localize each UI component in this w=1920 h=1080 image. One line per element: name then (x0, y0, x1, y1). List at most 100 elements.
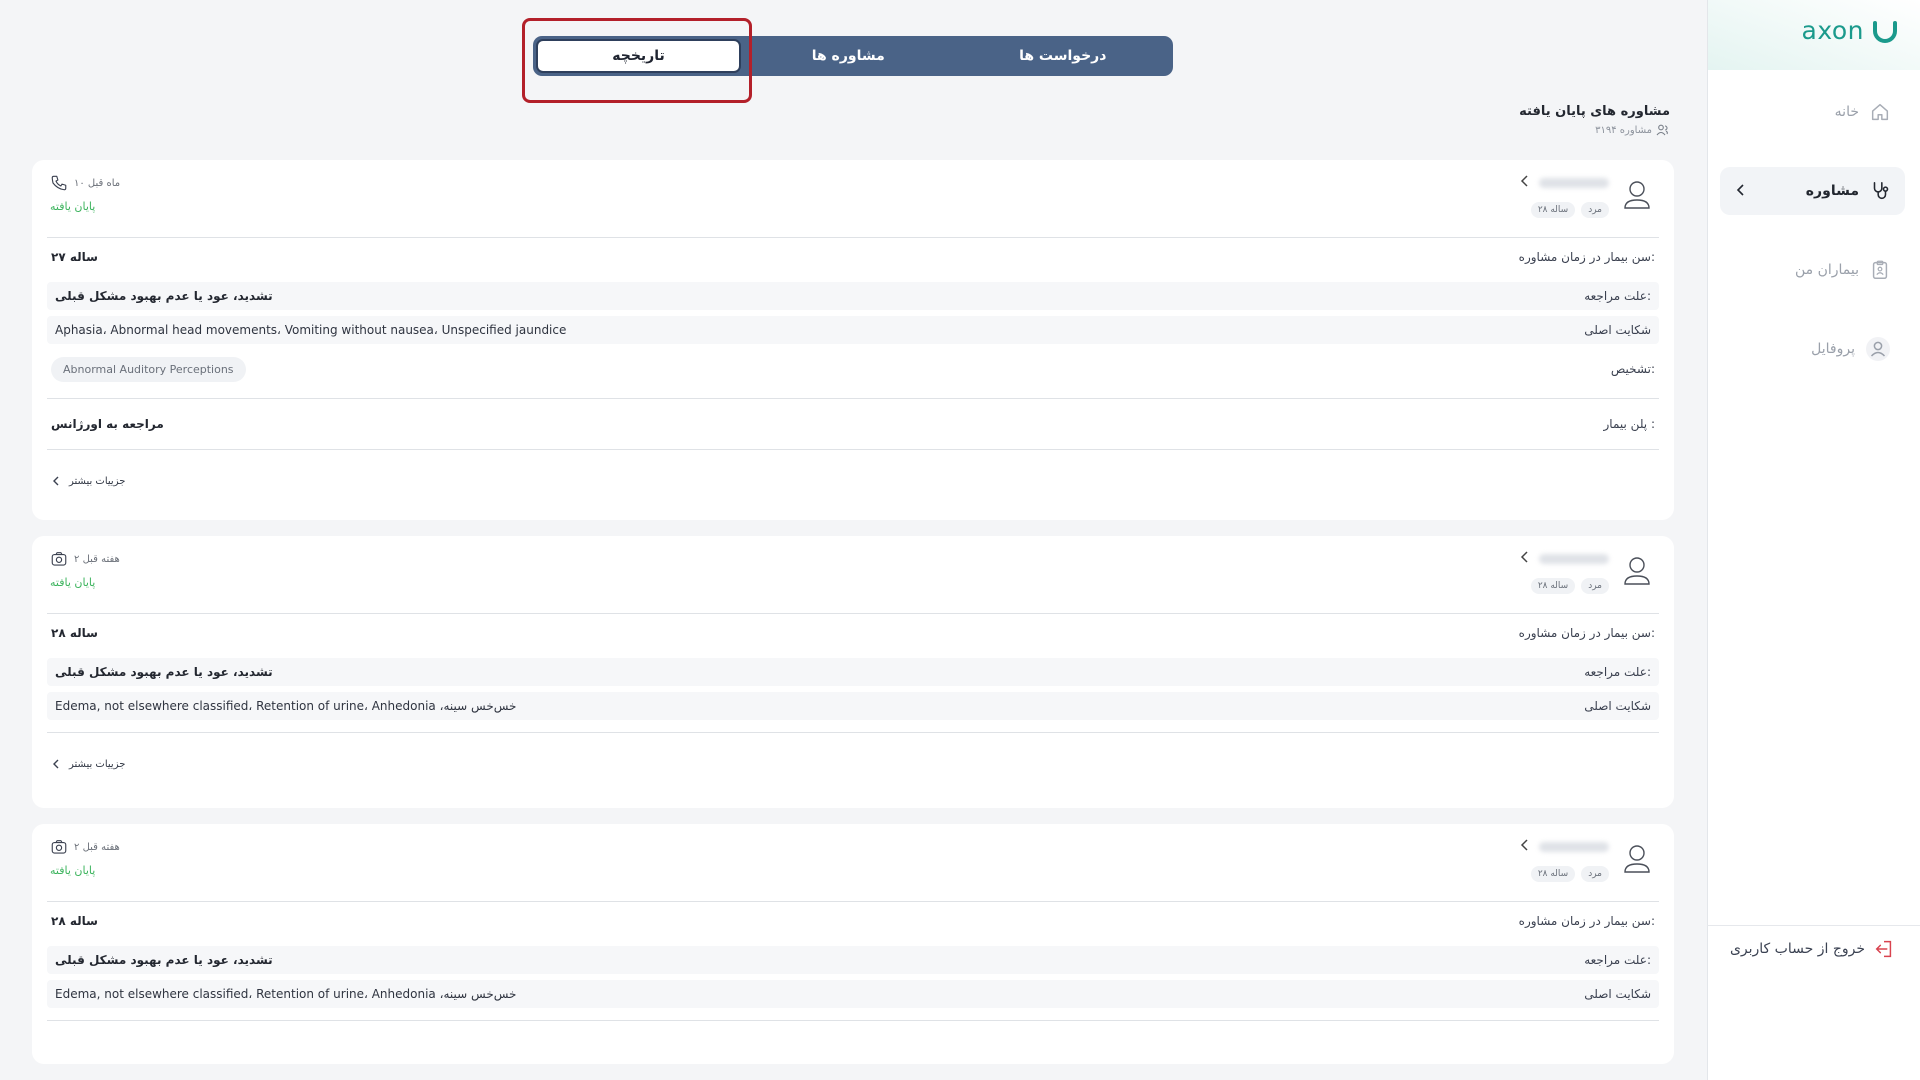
chevron-left-icon[interactable] (1519, 174, 1531, 188)
consultation-card: مرد ۲۸ ساله ۲ هفته قبل پایان یافته سن بی… (32, 536, 1674, 808)
diagnosis-row: تشخیص: Abnormal Auditory Perceptions (47, 350, 1659, 388)
divider (47, 1020, 1659, 1021)
tab-requests[interactable]: درخواست ها (956, 39, 1171, 73)
reason-label: علت مراجعه: (1584, 665, 1651, 679)
complaint-row: شکایت اصلی Edema, not elsewhere classifi… (47, 980, 1659, 1008)
patient-name-blurred[interactable] (1539, 554, 1609, 564)
reason-row: علت مراجعه: تشدید، عود یا عدم بهبود مشکل… (47, 658, 1659, 686)
logo[interactable]: axon (1802, 16, 1901, 45)
tab-highlight-box (522, 18, 752, 103)
card-header: مرد ۲۸ ساله ۲ هفته قبل پایان یافته (47, 824, 1659, 902)
age-label: سن بیمار در زمان مشاوره: (1518, 626, 1655, 640)
clipboard-icon (1872, 260, 1888, 279)
age-row: سن بیمار در زمان مشاوره: ۲۸ ساله (47, 902, 1659, 940)
complaint-value: Edema, not elsewhere classified، Retenti… (55, 987, 517, 1001)
age-value: ۲۸ ساله (51, 626, 98, 640)
reason-value: تشدید، عود یا عدم بهبود مشکل قبلی (55, 953, 273, 967)
camera-icon (51, 840, 67, 854)
logout-button[interactable]: خروج از حساب کاربری (1730, 938, 1895, 960)
more-details-label: جزییات بیشتر (69, 758, 126, 770)
age-label: سن بیمار در زمان مشاوره: (1518, 250, 1655, 264)
complaint-value: Edema, not elsewhere classified، Retenti… (55, 699, 517, 713)
age-value: ۲۷ ساله (51, 250, 98, 264)
more-details-link[interactable]: جزییات بیشتر (47, 733, 1659, 795)
age-tag: ۲۸ ساله (1530, 202, 1576, 218)
patient-tags: مرد ۲۸ ساله (1530, 866, 1609, 882)
age-tag: ۲۸ ساله (1530, 578, 1576, 594)
sidebar-item-label: مشاوره (1805, 183, 1859, 199)
reason-value: تشدید، عود یا عدم بهبود مشکل قبلی (55, 289, 273, 303)
time-text: ۲ هفته قبل (74, 553, 120, 565)
complaint-row: شکایت اصلی Aphasia، Abnormal head moveme… (47, 316, 1659, 344)
sidebar-item-label: خانه (1834, 104, 1859, 120)
sidebar-item-home[interactable]: خانه (1720, 88, 1905, 136)
patient-tags: مرد ۲۸ ساله (1530, 578, 1609, 594)
plan-row: پلن بیمار : مراجعه به اورژانس (47, 399, 1659, 449)
users-icon (1656, 124, 1668, 136)
section-count: ۳۱۹۴ مشاوره (1519, 123, 1670, 137)
consult-time: ۲ هفته قبل (50, 838, 120, 856)
home-icon (1871, 103, 1889, 121)
section-header: مشاوره های پایان یافته ۳۱۹۴ مشاوره (1519, 104, 1670, 137)
complaint-label: شکایت اصلی (1584, 323, 1651, 337)
age-label: سن بیمار در زمان مشاوره: (1518, 914, 1655, 928)
sidebar-header: axon (1708, 0, 1920, 70)
sidebar-nav: خانه مشاوره بیماران من پروفایل (1720, 88, 1905, 404)
sidebar-item-profile[interactable]: پروفایل (1720, 325, 1905, 373)
section-title: مشاوره های پایان یافته (1519, 104, 1670, 119)
reason-value: تشدید، عود یا عدم بهبود مشکل قبلی (55, 665, 273, 679)
tab-consultations[interactable]: مشاوره ها (741, 39, 956, 73)
chevron-left-icon[interactable] (1519, 550, 1531, 564)
camera-icon (51, 552, 67, 566)
complaint-label: شکایت اصلی (1584, 987, 1651, 1001)
age-row: سن بیمار در زمان مشاوره: ۲۷ ساله (47, 238, 1659, 276)
chevron-left-icon (53, 759, 59, 769)
sidebar-divider (1707, 925, 1920, 926)
avatar-icon (1624, 845, 1650, 873)
complaint-row: شکایت اصلی Edema, not elsewhere classifi… (47, 692, 1659, 720)
diagnosis-chip: Abnormal Auditory Perceptions (51, 356, 246, 382)
user-icon (1866, 337, 1890, 361)
consultation-card: مرد ۲۸ ساله ۲ هفته قبل پایان یافته سن بی… (32, 824, 1674, 1064)
consultation-card: مرد ۲۸ ساله ۱۰ ماه قبل پایان یافته سن بی… (32, 160, 1674, 520)
sidebar-item-label: پروفایل (1811, 341, 1855, 357)
status-badge: پایان یافته (50, 576, 96, 589)
stethoscope-icon (1873, 181, 1889, 200)
consult-time: ۱۰ ماه قبل (50, 174, 120, 192)
sidebar-item-my-patients[interactable]: بیماران من (1720, 246, 1905, 294)
logout-label: خروج از حساب کاربری (1729, 941, 1865, 957)
more-details-label: جزییات بیشتر (69, 475, 126, 487)
gender-tag: مرد (1581, 202, 1609, 218)
more-details-link[interactable]: جزییات بیشتر (47, 450, 1659, 512)
complaint-label: شکایت اصلی (1584, 699, 1651, 713)
avatar-icon (1624, 181, 1650, 209)
age-row: سن بیمار در زمان مشاوره: ۲۸ ساله (47, 614, 1659, 652)
time-text: ۲ هفته قبل (74, 841, 120, 853)
age-value: ۲۸ ساله (51, 914, 98, 928)
patient-name-blurred[interactable] (1539, 178, 1609, 188)
time-text: ۱۰ ماه قبل (74, 177, 121, 189)
logo-mark-icon (1873, 20, 1897, 43)
chevron-left-icon (1736, 184, 1744, 196)
plan-value: مراجعه به اورژانس (51, 417, 164, 431)
patient-name-blurred[interactable] (1539, 842, 1609, 852)
reason-row: علت مراجعه: تشدید، عود یا عدم بهبود مشکل… (47, 282, 1659, 310)
consult-time: ۲ هفته قبل (50, 550, 120, 568)
sidebar-item-consultation[interactable]: مشاوره (1720, 167, 1905, 215)
avatar-icon (1624, 557, 1650, 585)
reason-row: علت مراجعه: تشدید، عود یا عدم بهبود مشکل… (47, 946, 1659, 974)
status-badge: پایان یافته (50, 864, 96, 877)
age-tag: ۲۸ ساله (1530, 866, 1576, 882)
plan-label: پلن بیمار : (1603, 417, 1655, 431)
gender-tag: مرد (1581, 578, 1609, 594)
status-badge: پایان یافته (50, 200, 96, 213)
gender-tag: مرد (1581, 866, 1609, 882)
logo-text: axon (1801, 16, 1864, 45)
diagnosis-label: تشخیص: (1610, 362, 1655, 376)
chevron-left-icon[interactable] (1519, 838, 1531, 852)
chevron-left-icon (53, 476, 59, 486)
sidebar: axon خانه مشاوره بیماران من پروفایل خروج (1707, 0, 1920, 1080)
card-header: مرد ۲۸ ساله ۲ هفته قبل پایان یافته (47, 536, 1659, 614)
patient-tags: مرد ۲۸ ساله (1530, 202, 1609, 218)
section-count-text: ۳۱۹۴ مشاوره (1595, 124, 1652, 136)
